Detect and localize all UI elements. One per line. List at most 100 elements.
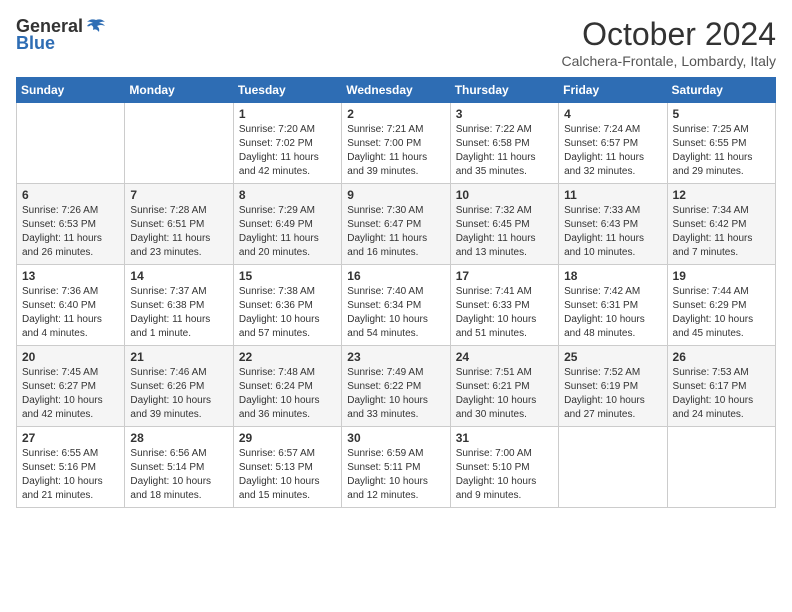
location-subtitle: Calchera-Frontale, Lombardy, Italy	[562, 53, 777, 69]
calendar-cell: 25 Sunrise: 7:52 AM Sunset: 6:19 PM Dayli…	[559, 346, 667, 427]
day-detail: Sunrise: 6:56 AM Sunset: 5:14 PM Dayligh…	[130, 447, 227, 503]
calendar-cell: 26 Sunrise: 7:53 AM Sunset: 6:17 PM Dayli…	[667, 346, 775, 427]
day-detail: Sunrise: 7:45 AM Sunset: 6:27 PM Dayligh…	[22, 366, 119, 422]
calendar-cell: 15Sunrise: 7:38 AM Sunset: 6:36 PM Dayli…	[233, 265, 341, 346]
calendar-cell	[125, 103, 233, 184]
day-number: 15	[239, 269, 336, 283]
day-number: 4	[564, 107, 661, 121]
calendar-cell	[559, 427, 667, 508]
weekday-header-saturday: Saturday	[667, 78, 775, 103]
calendar-week-row: 6 Sunrise: 7:26 AM Sunset: 6:53 PM Daylig…	[17, 184, 776, 265]
weekday-header-sunday: Sunday	[17, 78, 125, 103]
day-number: 21	[130, 350, 227, 364]
day-number: 28	[130, 431, 227, 445]
day-detail: Sunrise: 7:36 AM Sunset: 6:40 PM Dayligh…	[22, 285, 119, 341]
calendar-cell: 18Sunrise: 7:42 AM Sunset: 6:31 PM Dayli…	[559, 265, 667, 346]
calendar-cell: 9 Sunrise: 7:30 AM Sunset: 6:47 PM Daylig…	[342, 184, 450, 265]
calendar-cell: 22Sunrise: 7:48 AM Sunset: 6:24 PM Dayli…	[233, 346, 341, 427]
day-number: 26	[673, 350, 770, 364]
calendar-cell: 21 Sunrise: 7:46 AM Sunset: 6:26 PM Dayli…	[125, 346, 233, 427]
calendar-cell: 24 Sunrise: 7:51 AM Sunset: 6:21 PM Dayli…	[450, 346, 558, 427]
day-detail: Sunrise: 7:52 AM Sunset: 6:19 PM Dayligh…	[564, 366, 661, 422]
day-detail: Sunrise: 7:44 AM Sunset: 6:29 PM Dayligh…	[673, 285, 770, 341]
day-number: 29	[239, 431, 336, 445]
day-number: 18	[564, 269, 661, 283]
calendar-cell: 3Sunrise: 7:22 AM Sunset: 6:58 PM Daylig…	[450, 103, 558, 184]
month-title: October 2024	[562, 16, 777, 53]
calendar-table: SundayMondayTuesdayWednesdayThursdayFrid…	[16, 77, 776, 508]
calendar-cell: 19 Sunrise: 7:44 AM Sunset: 6:29 PM Dayli…	[667, 265, 775, 346]
day-number: 24	[456, 350, 553, 364]
day-detail: Sunrise: 6:59 AM Sunset: 5:11 PM Dayligh…	[347, 447, 444, 503]
day-number: 9	[347, 188, 444, 202]
day-number: 30	[347, 431, 444, 445]
weekday-header-wednesday: Wednesday	[342, 78, 450, 103]
day-number: 2	[347, 107, 444, 121]
calendar-cell: 10Sunrise: 7:32 AM Sunset: 6:45 PM Dayli…	[450, 184, 558, 265]
day-number: 17	[456, 269, 553, 283]
calendar-cell: 2 Sunrise: 7:21 AM Sunset: 7:00 PM Daylig…	[342, 103, 450, 184]
calendar-cell: 28 Sunrise: 6:56 AM Sunset: 5:14 PM Dayli…	[125, 427, 233, 508]
title-area: October 2024 Calchera-Frontale, Lombardy…	[562, 16, 777, 69]
day-detail: Sunrise: 6:57 AM Sunset: 5:13 PM Dayligh…	[239, 447, 336, 503]
calendar-cell: 8 Sunrise: 7:29 AM Sunset: 6:49 PM Daylig…	[233, 184, 341, 265]
day-detail: Sunrise: 7:51 AM Sunset: 6:21 PM Dayligh…	[456, 366, 553, 422]
calendar-cell: 30 Sunrise: 6:59 AM Sunset: 5:11 PM Dayli…	[342, 427, 450, 508]
logo: General Blue	[16, 16, 107, 54]
calendar-cell: 7Sunrise: 7:28 AM Sunset: 6:51 PM Daylig…	[125, 184, 233, 265]
calendar-cell: 31 Sunrise: 7:00 AM Sunset: 5:10 PM Dayli…	[450, 427, 558, 508]
day-detail: Sunrise: 7:37 AM Sunset: 6:38 PM Dayligh…	[130, 285, 227, 341]
calendar-cell: 11Sunrise: 7:33 AM Sunset: 6:43 PM Dayli…	[559, 184, 667, 265]
day-detail: Sunrise: 7:33 AM Sunset: 6:43 PM Dayligh…	[564, 204, 661, 260]
day-detail: Sunrise: 7:29 AM Sunset: 6:49 PM Dayligh…	[239, 204, 336, 260]
day-detail: Sunrise: 7:53 AM Sunset: 6:17 PM Dayligh…	[673, 366, 770, 422]
day-detail: Sunrise: 7:49 AM Sunset: 6:22 PM Dayligh…	[347, 366, 444, 422]
calendar-cell: 27 Sunrise: 6:55 AM Sunset: 5:16 PM Dayli…	[17, 427, 125, 508]
day-detail: Sunrise: 7:25 AM Sunset: 6:55 PM Dayligh…	[673, 123, 770, 179]
day-number: 23	[347, 350, 444, 364]
calendar-cell: 1Sunrise: 7:20 AM Sunset: 7:02 PM Daylig…	[233, 103, 341, 184]
calendar-cell: 20 Sunrise: 7:45 AM Sunset: 6:27 PM Dayli…	[17, 346, 125, 427]
day-detail: Sunrise: 6:55 AM Sunset: 5:16 PM Dayligh…	[22, 447, 119, 503]
day-detail: Sunrise: 7:26 AM Sunset: 6:53 PM Dayligh…	[22, 204, 119, 260]
day-detail: Sunrise: 7:34 AM Sunset: 6:42 PM Dayligh…	[673, 204, 770, 260]
logo-bird-icon	[85, 18, 107, 36]
weekday-header-thursday: Thursday	[450, 78, 558, 103]
day-number: 8	[239, 188, 336, 202]
calendar-week-row: 1Sunrise: 7:20 AM Sunset: 7:02 PM Daylig…	[17, 103, 776, 184]
day-number: 5	[673, 107, 770, 121]
calendar-cell: 6 Sunrise: 7:26 AM Sunset: 6:53 PM Daylig…	[17, 184, 125, 265]
calendar-cell: 14Sunrise: 7:37 AM Sunset: 6:38 PM Dayli…	[125, 265, 233, 346]
day-number: 3	[456, 107, 553, 121]
day-number: 7	[130, 188, 227, 202]
calendar-cell: 4 Sunrise: 7:24 AM Sunset: 6:57 PM Daylig…	[559, 103, 667, 184]
day-number: 13	[22, 269, 119, 283]
day-detail: Sunrise: 7:40 AM Sunset: 6:34 PM Dayligh…	[347, 285, 444, 341]
calendar-cell: 29 Sunrise: 6:57 AM Sunset: 5:13 PM Dayli…	[233, 427, 341, 508]
calendar-cell: 23 Sunrise: 7:49 AM Sunset: 6:22 PM Dayli…	[342, 346, 450, 427]
weekday-header-tuesday: Tuesday	[233, 78, 341, 103]
calendar-cell: 17Sunrise: 7:41 AM Sunset: 6:33 PM Dayli…	[450, 265, 558, 346]
calendar-cell: 16Sunrise: 7:40 AM Sunset: 6:34 PM Dayli…	[342, 265, 450, 346]
day-detail: Sunrise: 7:00 AM Sunset: 5:10 PM Dayligh…	[456, 447, 553, 503]
day-detail: Sunrise: 7:20 AM Sunset: 7:02 PM Dayligh…	[239, 123, 336, 179]
calendar-week-row: 20 Sunrise: 7:45 AM Sunset: 6:27 PM Dayli…	[17, 346, 776, 427]
day-number: 25	[564, 350, 661, 364]
day-number: 20	[22, 350, 119, 364]
day-number: 27	[22, 431, 119, 445]
calendar-cell	[17, 103, 125, 184]
calendar-cell: 12 Sunrise: 7:34 AM Sunset: 6:42 PM Dayli…	[667, 184, 775, 265]
day-number: 22	[239, 350, 336, 364]
calendar-cell: 5 Sunrise: 7:25 AM Sunset: 6:55 PM Daylig…	[667, 103, 775, 184]
day-number: 6	[22, 188, 119, 202]
day-number: 19	[673, 269, 770, 283]
weekday-header-friday: Friday	[559, 78, 667, 103]
day-detail: Sunrise: 7:30 AM Sunset: 6:47 PM Dayligh…	[347, 204, 444, 260]
day-number: 12	[673, 188, 770, 202]
day-number: 10	[456, 188, 553, 202]
day-number: 31	[456, 431, 553, 445]
day-detail: Sunrise: 7:24 AM Sunset: 6:57 PM Dayligh…	[564, 123, 661, 179]
calendar-week-row: 13 Sunrise: 7:36 AM Sunset: 6:40 PM Dayli…	[17, 265, 776, 346]
day-detail: Sunrise: 7:21 AM Sunset: 7:00 PM Dayligh…	[347, 123, 444, 179]
day-detail: Sunrise: 7:46 AM Sunset: 6:26 PM Dayligh…	[130, 366, 227, 422]
